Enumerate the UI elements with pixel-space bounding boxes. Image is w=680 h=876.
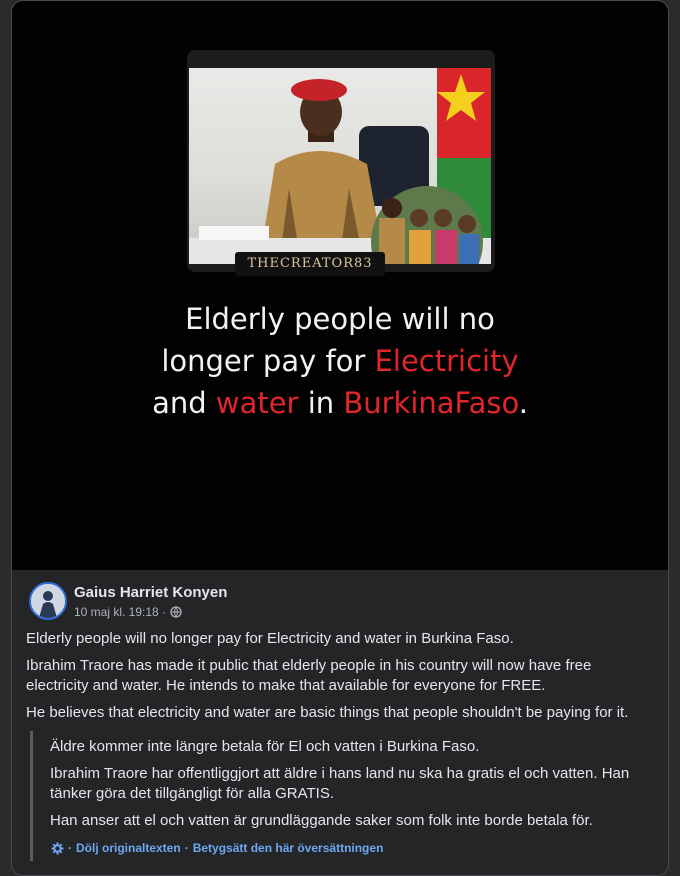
post-image[interactable]: THECREATOR83 Elderly people will no long… [12,1,668,570]
headline-highlight: water [215,386,299,420]
headline-highlight: Electricity [374,344,519,378]
headline-line-2: longer pay for Electricity [12,340,668,382]
post-meta: 10 maj kl. 19:18 · [74,605,182,619]
post-text: Elderly people will no longer pay for El… [26,629,651,730]
author-name[interactable]: Gaius Harriet Konyen [74,584,227,601]
post-paragraph: He believes that electricity and water a… [26,704,629,721]
separator: · [184,841,189,855]
headline-text: longer pay for [161,344,375,378]
avatar-image [31,584,65,618]
image-thumbnail [187,50,495,272]
rate-translation-link[interactable]: Betygsätt den här översättningen [193,841,384,855]
post-content: Gaius Harriet Konyen 10 maj kl. 19:18 · … [12,570,668,875]
photo-illustration [189,68,491,264]
headline-text: in [298,386,344,420]
headline-line-3: and water in BurkinaFaso. [12,382,668,424]
headline-highlight: BurkinaFaso [343,386,519,420]
translation-paragraph: Han anser att el och vatten är grundlägg… [50,812,593,829]
headline-line-1: Elderly people will no [185,302,495,336]
hide-original-link[interactable]: Dölj originaltexten [76,841,181,855]
post-card: THECREATOR83 Elderly people will no long… [11,0,669,876]
watermark-label: THECREATOR83 [235,252,385,276]
headline-text: and [152,386,216,420]
photo [189,68,491,264]
image-headline: Elderly people will no longer pay for El… [12,298,668,424]
translation-paragraph: Ibrahim Traore har offentliggjort att äl… [50,765,630,802]
avatar[interactable] [29,582,67,620]
translation-block: Äldre kommer inte längre betala för El o… [30,731,668,861]
translation-paragraph: Äldre kommer inte längre betala för El o… [50,738,480,755]
settings-gear-icon [51,842,64,854]
globe-icon [170,606,182,618]
headline-text: . [518,386,528,420]
post-paragraph: Elderly people will no longer pay for El… [26,630,514,647]
separator: · [68,841,72,855]
post-timestamp[interactable]: 10 maj kl. 19:18 · [74,605,166,619]
translation-links: · Dölj originaltexten · Betygsätt den hä… [51,841,383,855]
post-paragraph: Ibrahim Traore has made it public that e… [26,657,592,694]
